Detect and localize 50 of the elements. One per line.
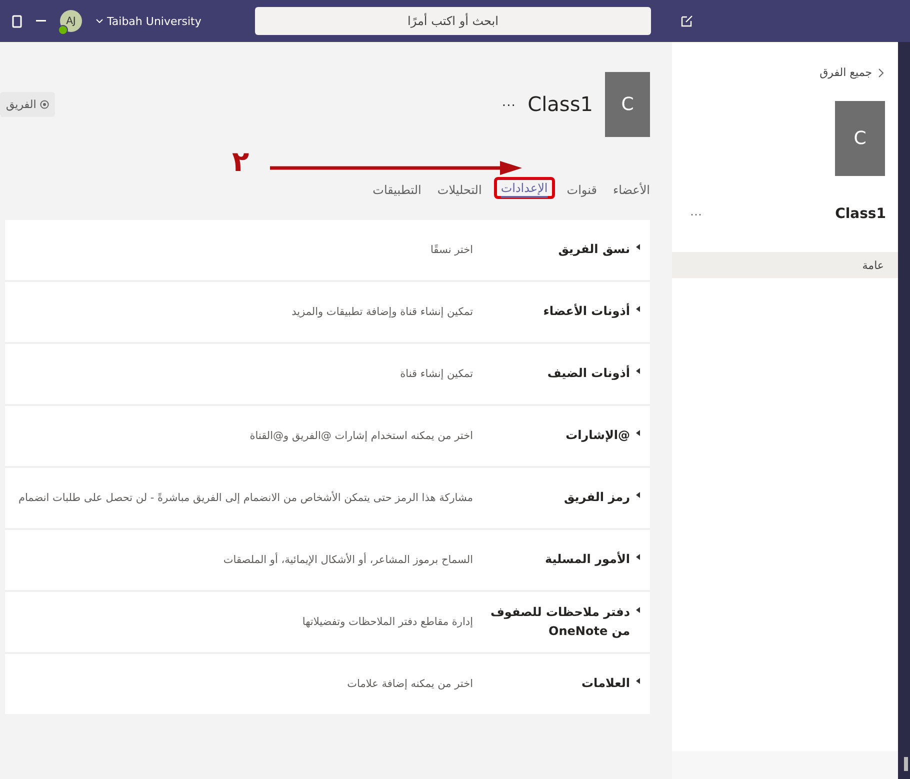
channel-item[interactable]: عامة: [672, 252, 898, 278]
tab[interactable]: التحليلات: [433, 180, 486, 200]
tab[interactable]: الإعدادات: [494, 177, 555, 199]
step-number: ٢: [232, 148, 250, 176]
setting-title[interactable]: أذونات الضيف: [547, 364, 630, 384]
setting-description: اختر من يمكنه إضافة علامات: [346, 678, 473, 690]
more-button[interactable]: ···: [690, 207, 702, 221]
expand-icon[interactable]: [636, 430, 640, 436]
more-button[interactable]: ···: [502, 96, 516, 112]
minimize-icon[interactable]: [36, 20, 46, 22]
setting-title[interactable]: رمز الفريق: [564, 488, 630, 508]
setting-description: السماح برموز المشاعر، أو الأشكال الإيمائية، أو الملصقات: [222, 554, 473, 566]
user-avatar[interactable]: AJ: [60, 10, 82, 32]
tab[interactable]: الأعضاء: [608, 180, 654, 200]
setting-description: تمكين إنشاء قناة وإضافة تطبيقات والمزيد: [290, 306, 473, 318]
setting-title[interactable]: @الإشارات: [566, 426, 630, 446]
chevron-icon: [878, 68, 884, 78]
status-dot: [58, 25, 68, 35]
setting-description: مشاركة هذا الرمز حتى يتمكن الأشخاص من الانضمام إلى الفريق مباشرةً - لن تحصل على طلبات انضمام: [17, 492, 473, 504]
team-tile: C: [835, 101, 885, 176]
tab[interactable]: التطبيقات: [368, 180, 426, 200]
tab[interactable]: قنوات: [562, 180, 601, 200]
search-field[interactable]: ابحث أو اكتب أمرًا: [255, 7, 651, 35]
setting-title[interactable]: العلامات: [582, 674, 630, 694]
compose-icon[interactable]: [681, 15, 693, 27]
back-link[interactable]: جميع الفرق: [672, 42, 898, 79]
eye-icon: [40, 100, 50, 108]
scrollbar-thumb[interactable]: [904, 757, 908, 771]
window-icon[interactable]: [12, 14, 22, 28]
setting-title[interactable]: دفتر ملاحظات للصفوف من OneNote: [473, 602, 630, 642]
expand-icon[interactable]: [636, 306, 640, 312]
chevron-icon: [96, 19, 103, 23]
team-name: Class1: [835, 206, 886, 222]
expand-icon[interactable]: [636, 492, 640, 498]
organization-switcher[interactable]: Taibah University: [96, 14, 202, 28]
team-tile: C: [605, 72, 650, 136]
expand-icon[interactable]: [636, 244, 640, 250]
expand-icon[interactable]: [636, 554, 640, 560]
setting-title[interactable]: نسق الفريق: [558, 240, 630, 260]
expand-icon[interactable]: [636, 606, 640, 613]
team-button[interactable]: الفريق: [0, 92, 56, 116]
setting-description: إدارة مقاطع دفتر الملاحظات وتفضيلاتها: [301, 616, 473, 628]
setting-description: تمكين إنشاء قناة: [399, 368, 473, 380]
expand-icon[interactable]: [636, 678, 640, 684]
team-name: Class1: [528, 92, 593, 116]
setting-description: اختر من يمكنه استخدام إشارات @الفريق و@القناة: [248, 430, 473, 442]
setting-description: اختر نسقًا: [429, 244, 473, 256]
setting-title[interactable]: أذونات الأعضاء: [543, 302, 630, 322]
setting-title[interactable]: الأمور المسلية: [544, 550, 630, 570]
expand-icon[interactable]: [636, 368, 640, 374]
